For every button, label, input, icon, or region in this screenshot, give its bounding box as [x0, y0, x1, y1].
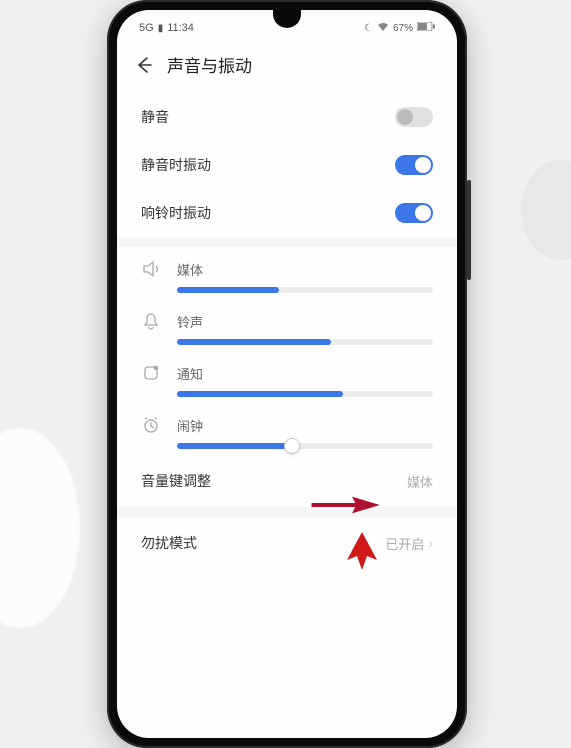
volkey-label: 音量键调整: [141, 471, 211, 491]
dnd-value: 已开启: [385, 534, 424, 553]
status-time: 11:34: [167, 22, 194, 34]
moon-icon: ☾: [364, 23, 373, 34]
chevron-right-icon: ›: [428, 535, 433, 551]
mute-label: 静音: [141, 107, 169, 127]
screen: 5G ▮ 11:34 ☾ 67% 声音与振动 静音: [117, 10, 457, 738]
ring-label: 铃声: [177, 312, 203, 331]
notify-label: 通知: [177, 364, 203, 383]
notify-slider[interactable]: [177, 391, 433, 397]
row-vibrate-ring: 响铃时振动: [117, 189, 457, 237]
wifi-icon: [377, 22, 389, 35]
media-label: 媒体: [177, 260, 203, 279]
vibrate-mute-label: 静音时振动: [141, 155, 211, 175]
alarm-label: 闹钟: [177, 416, 203, 435]
section-divider-2: [117, 507, 457, 517]
page-title: 声音与振动: [167, 52, 252, 77]
bg-shape-right: [521, 160, 571, 260]
battery-pct: 67%: [393, 23, 413, 34]
slider-row-notify: 通知: [117, 351, 457, 403]
vibrate-mute-toggle[interactable]: [395, 155, 433, 175]
section-divider-1: [117, 237, 457, 247]
bg-shape-left: [0, 428, 80, 628]
ring-slider[interactable]: [177, 339, 433, 345]
phone-frame: 5G ▮ 11:34 ☾ 67% 声音与振动 静音: [107, 0, 467, 748]
clock-icon: [141, 415, 161, 435]
row-volkey[interactable]: 音量键调整 媒体: [117, 455, 457, 507]
notify-icon: [141, 363, 161, 383]
bell-icon: [141, 311, 161, 331]
row-dnd[interactable]: 勿扰模式 已开启 ›: [117, 517, 457, 569]
row-mute: 静音: [117, 93, 457, 141]
slider-row-ring: 铃声: [117, 299, 457, 351]
dnd-label: 勿扰模式: [141, 533, 197, 553]
row-vibrate-mute: 静音时振动: [117, 141, 457, 189]
vibrate-ring-label: 响铃时振动: [141, 203, 211, 223]
phone-side-button: [467, 180, 471, 280]
slider-row-alarm: 闹钟: [117, 403, 457, 455]
volkey-value: 媒体: [407, 472, 433, 491]
battery-icon: [417, 22, 435, 34]
slider-row-media: 媒体: [117, 247, 457, 299]
status-network: 5G: [139, 22, 154, 34]
mute-toggle[interactable]: [395, 107, 433, 127]
vibrate-ring-toggle[interactable]: [395, 203, 433, 223]
alarm-slider[interactable]: [177, 443, 433, 449]
media-slider[interactable]: [177, 287, 433, 293]
back-icon[interactable]: [135, 56, 153, 74]
speaker-icon: [141, 259, 161, 279]
page-header: 声音与振动: [117, 42, 457, 93]
